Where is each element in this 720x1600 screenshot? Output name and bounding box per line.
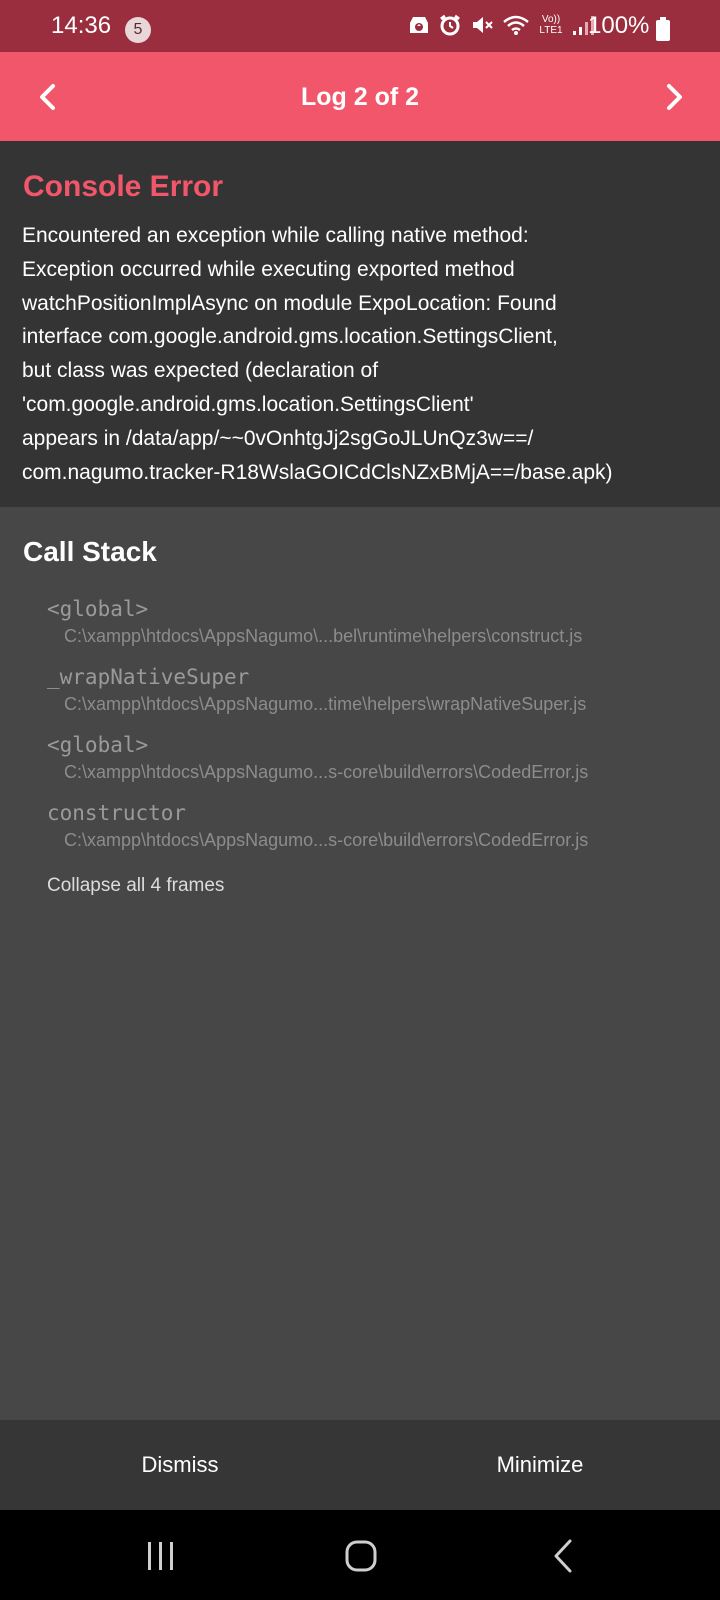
wifi-icon [502,13,530,37]
call-stack-frames: <global> C:\xampp\htdocs\AppsNagumo\...b… [47,594,707,866]
back-button[interactable] [533,1534,593,1578]
frame-name: <global> [47,597,149,621]
frame-path: C:\xampp\htdocs\AppsNagumo...s-core\buil… [64,762,589,782]
battery-icon [656,17,670,46]
status-time: 14:36 [51,12,112,39]
status-icons: Vo)) LTE1 [408,13,594,37]
recents-button[interactable] [130,1534,190,1578]
stack-frame[interactable]: constructor C:\xampp\htdocs\AppsNagumo..… [47,798,707,866]
frame-name: <global> [47,733,149,757]
error-title: Console Error [23,170,224,203]
collapse-frames-button[interactable]: Collapse all 4 frames [47,873,224,899]
recents-icon [148,1542,173,1570]
call-stack-title: Call Stack [23,536,157,567]
dismiss-button[interactable]: Dismiss [0,1420,360,1510]
alarm-icon [438,13,462,37]
home-button[interactable] [331,1534,391,1578]
error-message-box: Console Error Encountered an exception w… [0,141,720,507]
log-header: Log 2 of 2 [0,52,720,141]
stack-frame[interactable]: <global> C:\xampp\htdocs\AppsNagumo\...b… [47,594,707,662]
mute-icon [470,13,494,37]
notification-count-badge: 5 [125,17,151,43]
volte-icon: Vo)) LTE1 [539,14,563,36]
frame-name: constructor [47,801,187,825]
android-auto-icon [408,13,430,37]
frame-name: _wrapNativeSuper [47,665,250,689]
stack-frame[interactable]: <global> C:\xampp\htdocs\AppsNagumo...s-… [47,730,707,798]
frame-path: C:\xampp\htdocs\AppsNagumo...time\helper… [64,694,587,714]
battery-percentage: 100% [588,12,650,39]
frame-path: C:\xampp\htdocs\AppsNagumo\...bel\runtim… [64,626,583,646]
frame-path: C:\xampp\htdocs\AppsNagumo...s-core\buil… [64,830,589,850]
system-navigation-bar [0,1510,720,1600]
back-icon [554,1539,572,1573]
chevron-right-icon [667,84,682,110]
status-bar: 14:36 5 Vo)) LTE1 100% [0,0,720,52]
next-log-button[interactable] [646,70,700,124]
home-icon [345,1540,377,1572]
minimize-button[interactable]: Minimize [360,1420,720,1510]
error-message: Encountered an exception while calling n… [22,224,613,484]
action-bar: Dismiss Minimize [0,1420,720,1510]
log-counter-title: Log 2 of 2 [300,83,420,111]
stack-frame[interactable]: _wrapNativeSuper C:\xampp\htdocs\AppsNag… [47,662,707,730]
